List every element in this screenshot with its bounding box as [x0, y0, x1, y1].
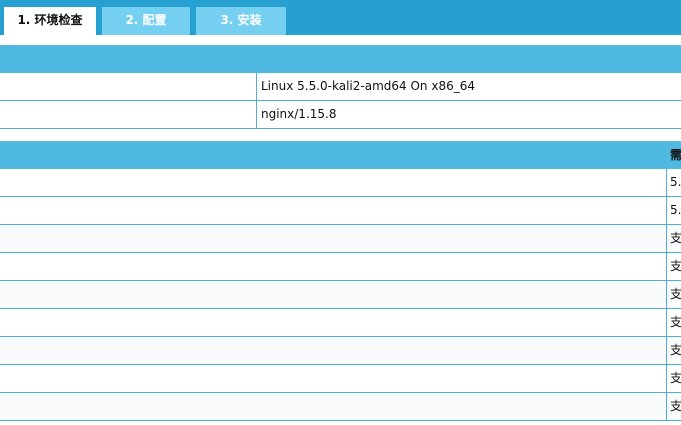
requirement-value: 5. [670, 175, 681, 189]
column-divider [666, 281, 667, 308]
requirement-value: 支 [670, 343, 681, 357]
column-divider [256, 73, 257, 100]
requirement-value: 支 [670, 259, 681, 273]
tab-environment-check[interactable]: 1. 环境检查 [4, 7, 96, 35]
requirement-value: 支 [670, 371, 681, 385]
column-divider [666, 253, 667, 280]
requirement-row: 支 [0, 225, 681, 253]
requirement-row: 支 [0, 309, 681, 337]
requirement-value: 支 [670, 399, 681, 413]
requirement-row: 支 [0, 337, 681, 365]
requirement-row: 支 [0, 281, 681, 309]
requirement-value: 支 [670, 287, 681, 301]
server-info-row-os: Linux 5.5.0-kali2-amd64 On x86_64 [0, 73, 681, 101]
column-divider [666, 225, 667, 252]
requirements-header-label: 需 [670, 148, 681, 162]
requirement-row: 5. [0, 169, 681, 197]
column-divider [666, 365, 667, 392]
requirements-section-header: 需 [0, 141, 681, 169]
requirement-value: 5. [670, 203, 681, 217]
tab-configuration[interactable]: 2. 配置 [102, 7, 190, 35]
requirement-row: 支 [0, 393, 681, 421]
webserver-value: nginx/1.15.8 [261, 107, 337, 121]
installer-tab-bar: 1. 环境检查 2. 配置 3. 安装 [0, 0, 681, 35]
requirement-row: 5. [0, 197, 681, 225]
column-divider [666, 393, 667, 420]
server-info-row-webserver: nginx/1.15.8 [0, 101, 681, 129]
column-divider [666, 337, 667, 364]
column-divider [666, 197, 667, 224]
server-info-section-header [0, 45, 681, 73]
requirement-row: 支 [0, 365, 681, 393]
requirement-value: 支 [670, 231, 681, 245]
tab-install[interactable]: 3. 安装 [196, 7, 286, 35]
column-divider [256, 101, 257, 128]
column-divider [666, 309, 667, 336]
column-divider [666, 169, 667, 196]
requirement-row: 支 [0, 253, 681, 281]
requirement-value: 支 [670, 315, 681, 329]
os-value: Linux 5.5.0-kali2-amd64 On x86_64 [261, 79, 475, 93]
